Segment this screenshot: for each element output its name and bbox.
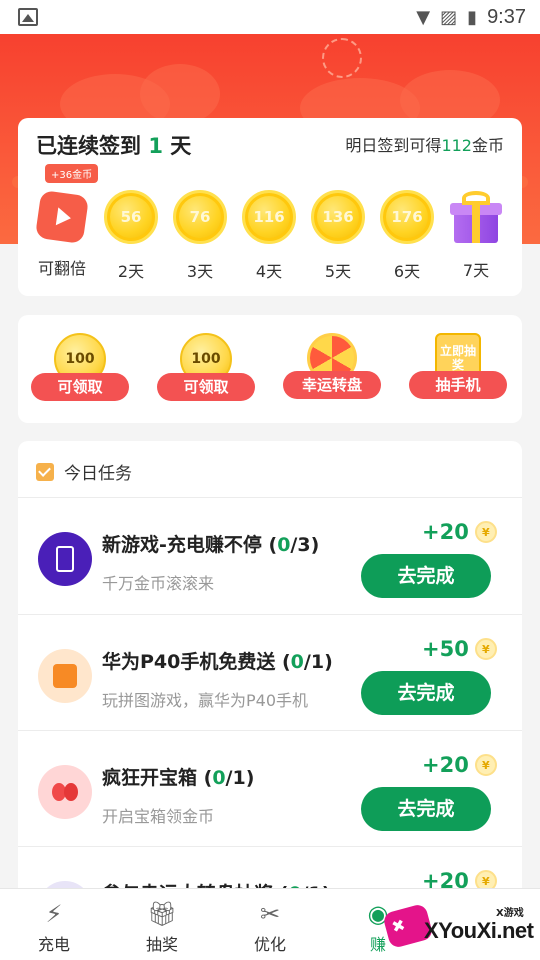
tasks-card: 今日任务 新游戏-充电赚不停 (0/3) 千万金币滚滚来 +20 ¥ 去完成 华为… [18,441,522,921]
day-label: 4天 [255,262,283,281]
watermark-small-text: X游戏 [496,908,524,919]
task-reward: +50 ¥ [422,637,497,661]
wifi-icon: ▼ [416,6,431,28]
lucky-wheel-button[interactable]: 幸运转盘 [283,371,381,399]
rewards-card: 100 可领取 100 可领取 幸运转盘 立即抽奖 抽手机 [18,315,522,423]
battery-icon: ⚡ [45,900,63,928]
day-label: 2天 [117,262,145,281]
signin-tomorrow-tip: 明日签到可得112金币 [345,136,504,155]
battery-coin-icon [38,532,92,586]
go-complete-button[interactable]: 去完成 [361,787,491,831]
reward-phone-draw[interactable]: 立即抽奖 抽手机 [408,333,508,399]
task-desc: 千万金币滚滚来 [102,574,215,593]
task-desc: 开启宝箱领金币 [102,807,215,826]
reward-lucky-wheel[interactable]: 幸运转盘 [282,333,382,399]
status-bar: ▼ ▨ ▮ 9:37 [0,0,540,34]
task-row: 新游戏-充电赚不停 (0/3) 千万金币滚滚来 +20 ¥ 去完成 [18,498,522,614]
yuan-coin-icon: ¥ [474,638,497,660]
signin-streak-title: 已连续签到 1 天 [36,134,192,158]
task-row: 华为P40手机免费送 (0/1) 玩拼图游戏，赢华为P40手机 +50 ¥ 去完成 [18,615,522,731]
tomorrow-coins: 112 [441,136,472,155]
bonus-coin-tag: +36金币 [45,164,99,183]
play-video-icon [34,189,90,245]
day-label: 3天 [186,262,214,281]
gift-box-icon [450,191,502,243]
day-label: 可翻倍 [37,259,86,278]
tasks-header: 今日任务 [36,459,132,484]
tab-label: 抽奖 [145,935,178,954]
puzzle-icon [38,649,92,703]
day-label: 6天 [393,262,421,281]
yuan-coin-icon: ¥ [474,754,497,776]
signin-day-3: 76 3天 [172,190,228,282]
coin-icon: 76 [173,190,227,244]
phone-draw-button[interactable]: 抽手机 [409,371,507,399]
claim-button[interactable]: 可领取 [157,373,255,401]
task-row: 疯狂开宝箱 (0/1) 开启宝箱领金币 +20 ¥ 去完成 [18,731,522,847]
task-reward: +20 ¥ [422,520,497,544]
go-complete-button[interactable]: 去完成 [361,671,491,715]
signin-day-6: 176 6天 [379,190,435,282]
tab-lottery[interactable]: 🎁︎ 抽奖 [108,889,216,960]
task-reward: +20 ¥ [422,753,497,777]
go-complete-button[interactable]: 去完成 [361,554,491,598]
coin-icon: 56 [104,190,158,244]
reward-claim-2[interactable]: 100 可领取 [156,333,256,401]
tab-label: 充电 [37,935,70,954]
task-title: 华为P40手机免费送 (0/1) [102,651,333,673]
coin-icon: 176 [380,190,434,244]
task-title: 新游戏-充电赚不停 (0/3) [102,534,320,556]
task-title: 疯狂开宝箱 (0/1) [102,767,255,789]
checklist-icon [36,462,54,481]
claim-button[interactable]: 可领取 [31,373,129,401]
firework-decoration [322,38,362,78]
tab-optimize[interactable]: ✂ 优化 [216,889,324,960]
signin-day-double[interactable]: 可翻倍 [34,189,90,279]
signin-day-4: 116 4天 [241,190,297,282]
coin-icon: 136 [311,190,365,244]
signin-day-7: 7天 [448,190,504,281]
gift-icon: 🎁︎ [146,900,178,928]
day-label: 5天 [324,262,352,281]
streak-days: 1 [148,134,163,158]
task-desc: 玩拼图游戏，赢华为P40手机 [102,691,309,710]
gallery-notification-icon [18,8,38,26]
tab-label: 优化 [253,935,286,954]
tools-icon: ✂ [259,900,281,928]
balloon-icon [38,765,92,819]
status-time: 9:37 [487,5,526,28]
no-sim-icon: ▨ [440,6,458,28]
signin-card: 已连续签到 1 天 明日签到可得112金币 +36金币 可翻倍 56 2天 76… [18,118,522,296]
day-label: 7天 [462,261,490,280]
site-watermark: X游戏 XYouXi.net [380,896,540,960]
coin-icon: 116 [242,190,296,244]
cloud-decoration [140,64,220,124]
tab-charge[interactable]: ⚡ 充电 [0,889,108,960]
watermark-text: XYouXi.net [424,918,534,943]
reward-claim-1[interactable]: 100 可领取 [30,333,130,401]
signin-day-2: 56 2天 [103,190,159,282]
yuan-coin-icon: ¥ [474,521,497,543]
signin-day-5: 136 5天 [310,190,366,282]
battery-charging-icon: ▮ [467,6,478,28]
